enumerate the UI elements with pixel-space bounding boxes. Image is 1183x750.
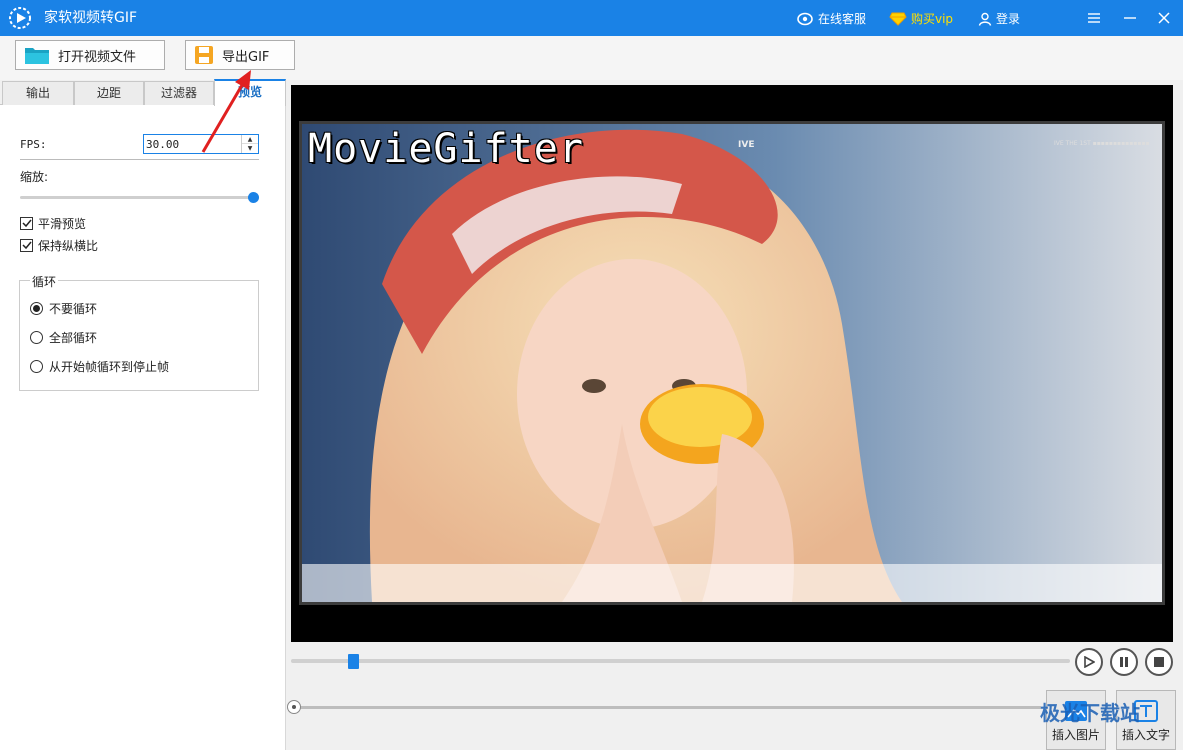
preview-area: MovieGifter IVE IVE THE 1ST ▪▪▪▪▪▪▪▪▪▪▪▪… <box>287 80 1183 750</box>
loop-option-all[interactable]: 全部循环 <box>30 329 97 345</box>
tab-output[interactable]: 输出 <box>2 81 74 105</box>
tab-filter[interactable]: 过滤器 <box>144 81 214 105</box>
headset-icon <box>797 12 813 26</box>
smooth-preview-label: 平滑预览 <box>38 216 87 231</box>
pause-button[interactable] <box>1110 648 1138 676</box>
insert-image-label: 插入图片 <box>1051 728 1100 742</box>
loop-option-none[interactable]: 不要循环 <box>30 300 97 316</box>
login-label: 登录 <box>996 12 1021 26</box>
toolbar: 打开视频文件 导出GIF <box>0 36 1183 80</box>
app-title: 家软视频转GIF <box>44 10 138 26</box>
play-button[interactable] <box>1075 648 1103 676</box>
playback-timeline-thumb[interactable] <box>348 654 360 669</box>
site-watermark: 极光下载站 <box>1040 701 1140 725</box>
checkbox-box[interactable] <box>20 238 33 252</box>
app-logo-icon <box>9 7 31 29</box>
divider <box>20 159 259 160</box>
insert-text-label: 插入文字 <box>1121 728 1170 742</box>
close-button[interactable] <box>1154 8 1174 28</box>
stop-icon <box>1154 657 1164 667</box>
diamond-icon <box>889 12 907 26</box>
online-service-link[interactable]: 在线客服 <box>796 10 866 28</box>
title-bar: 家软视频转GIF 在线客服 购买vip 登录 <box>0 0 1183 36</box>
tab-margin[interactable]: 边距 <box>74 81 144 105</box>
buy-vip-link[interactable]: 购买vip <box>889 10 953 28</box>
minimize-button[interactable] <box>1120 8 1140 28</box>
zoom-slider-thumb[interactable] <box>248 192 259 203</box>
play-icon <box>1084 656 1095 668</box>
settings-panel: 输出 边距 过滤器 预览 FPS: 30.00 ▲ ▼ 缩放: 平滑预览 保持纵… <box>0 79 286 750</box>
menu-button[interactable] <box>1084 8 1104 28</box>
radio-button[interactable] <box>30 301 43 315</box>
fps-spin-controls: ▲ ▼ <box>241 135 258 153</box>
radio-button[interactable] <box>30 359 43 373</box>
video-overlay-caption: IVE THE 1ST ▪▪▪▪▪▪▪▪▪▪▪▪▪▪ <box>1054 140 1150 147</box>
buy-vip-label: 购买vip <box>911 12 954 26</box>
loop-option-label: 全部循环 <box>49 330 98 345</box>
loop-option-range[interactable]: 从开始帧循环到停止帧 <box>30 358 169 374</box>
menu-icon <box>1088 13 1100 23</box>
frame-range-thumb[interactable] <box>287 700 301 714</box>
folder-icon <box>25 48 49 64</box>
login-link[interactable]: 登录 <box>978 10 1020 28</box>
online-service-label: 在线客服 <box>818 12 867 26</box>
export-gif-button[interactable]: 导出GIF <box>185 40 295 70</box>
minimize-icon <box>1124 17 1136 19</box>
fps-increment-button[interactable]: ▲ <box>242 135 258 144</box>
radio-selected-dot <box>33 304 40 312</box>
loop-group-title: 循环 <box>30 273 59 290</box>
checkmark-icon <box>21 241 32 250</box>
pause-icon <box>1120 657 1128 667</box>
tab-preview[interactable]: 预览 <box>214 79 286 106</box>
playback-timeline[interactable] <box>291 659 1070 663</box>
save-icon <box>195 46 213 64</box>
video-overlay-text: IVE <box>738 140 755 150</box>
stop-button[interactable] <box>1145 648 1173 676</box>
fps-value: 30.00 <box>146 138 180 151</box>
export-gif-label: 导出GIF <box>222 49 270 65</box>
video-frame-image: MovieGifter IVE IVE THE 1ST ▪▪▪▪▪▪▪▪▪▪▪▪… <box>299 121 1165 605</box>
thumb-dot <box>292 705 296 709</box>
smooth-preview-checkbox[interactable]: 平滑预览 <box>20 215 86 231</box>
video-still-image <box>302 124 1162 602</box>
video-player[interactable]: MovieGifter IVE IVE THE 1ST ▪▪▪▪▪▪▪▪▪▪▪▪… <box>291 85 1173 642</box>
zoom-label: 缩放: <box>20 170 49 184</box>
fps-spinbox[interactable]: 30.00 ▲ ▼ <box>143 134 259 154</box>
fps-label: FPS: <box>20 138 47 151</box>
keep-aspect-label: 保持纵横比 <box>38 238 99 253</box>
user-icon <box>978 12 992 26</box>
loop-option-label: 从开始帧循环到停止帧 <box>49 359 170 374</box>
video-watermark-text: MovieGifter <box>308 126 584 172</box>
checkbox-box[interactable] <box>20 216 33 230</box>
open-video-button[interactable]: 打开视频文件 <box>15 40 165 70</box>
zoom-slider[interactable] <box>20 196 258 199</box>
checkmark-icon <box>21 219 32 228</box>
radio-button[interactable] <box>30 330 43 344</box>
close-icon <box>1158 12 1170 24</box>
open-video-label: 打开视频文件 <box>58 49 137 65</box>
fps-decrement-button[interactable]: ▼ <box>242 144 258 153</box>
keep-aspect-checkbox[interactable]: 保持纵横比 <box>20 237 98 253</box>
frame-range-track[interactable] <box>291 706 1041 709</box>
loop-group: 循环 不要循环 全部循环 从开始帧循环到停止帧 <box>19 273 259 391</box>
loop-option-label: 不要循环 <box>49 301 98 316</box>
settings-tabs: 输出 边距 过滤器 预览 <box>0 79 286 106</box>
